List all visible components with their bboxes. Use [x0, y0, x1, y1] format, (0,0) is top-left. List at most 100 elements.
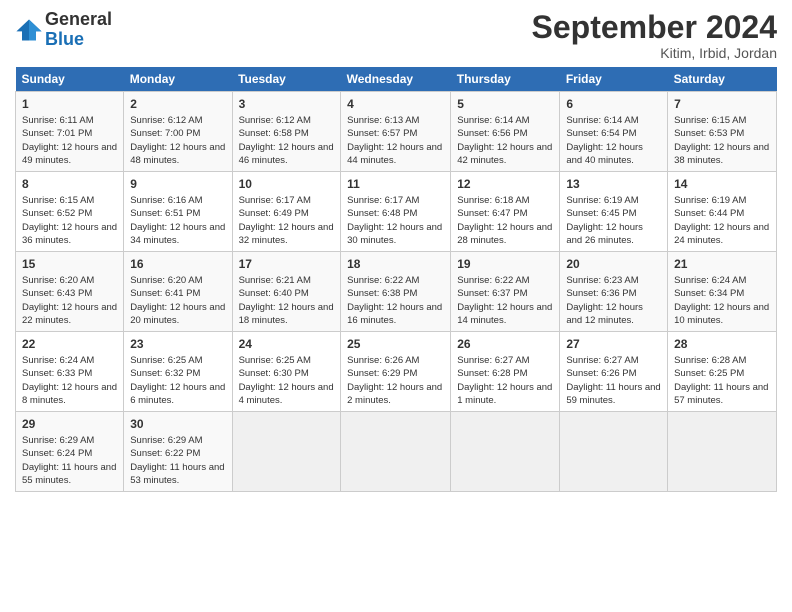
calendar-header-row: Sunday Monday Tuesday Wednesday Thursday…: [16, 67, 777, 92]
daylight-label: Daylight: 12 hours and 4 minutes.: [239, 382, 334, 406]
daylight-label: Daylight: 11 hours and 53 minutes.: [130, 462, 224, 486]
sunrise-text: Sunrise: 6:28 AM: [674, 355, 746, 366]
sunrise-text: Sunrise: 6:26 AM: [347, 355, 419, 366]
day-number: 28: [674, 336, 770, 353]
col-friday: Friday: [560, 67, 668, 92]
sunset-text: Sunset: 6:37 PM: [457, 288, 527, 299]
sunset-text: Sunset: 6:43 PM: [22, 288, 92, 299]
sunset-text: Sunset: 6:26 PM: [566, 368, 636, 379]
daylight-label: Daylight: 12 hours and 26 minutes.: [566, 222, 643, 246]
table-row: 12Sunrise: 6:18 AMSunset: 6:47 PMDayligh…: [451, 172, 560, 252]
daylight-label: Daylight: 12 hours and 10 minutes.: [674, 302, 769, 326]
sunrise-text: Sunrise: 6:17 AM: [239, 195, 311, 206]
sunrise-text: Sunrise: 6:15 AM: [674, 115, 746, 126]
calendar-week-row: 29Sunrise: 6:29 AMSunset: 6:24 PMDayligh…: [16, 412, 777, 492]
sunrise-text: Sunrise: 6:20 AM: [130, 275, 202, 286]
table-row: 21Sunrise: 6:24 AMSunset: 6:34 PMDayligh…: [668, 252, 777, 332]
col-sunday: Sunday: [16, 67, 124, 92]
table-row: 3Sunrise: 6:12 AMSunset: 6:58 PMDaylight…: [232, 92, 341, 172]
header: General Blue September 2024 Kitim, Irbid…: [15, 10, 777, 61]
table-row: 19Sunrise: 6:22 AMSunset: 6:37 PMDayligh…: [451, 252, 560, 332]
sunrise-text: Sunrise: 6:11 AM: [22, 115, 94, 126]
table-row: 24Sunrise: 6:25 AMSunset: 6:30 PMDayligh…: [232, 332, 341, 412]
daylight-label: Daylight: 12 hours and 30 minutes.: [347, 222, 442, 246]
table-row: 25Sunrise: 6:26 AMSunset: 6:29 PMDayligh…: [341, 332, 451, 412]
table-row: 5Sunrise: 6:14 AMSunset: 6:56 PMDaylight…: [451, 92, 560, 172]
sunset-text: Sunset: 6:28 PM: [457, 368, 527, 379]
sunrise-text: Sunrise: 6:24 AM: [22, 355, 94, 366]
sunrise-text: Sunrise: 6:29 AM: [22, 435, 94, 446]
daylight-label: Daylight: 12 hours and 44 minutes.: [347, 142, 442, 166]
sunset-text: Sunset: 6:47 PM: [457, 208, 527, 219]
day-number: 15: [22, 256, 117, 273]
table-row: [560, 412, 668, 492]
sunrise-text: Sunrise: 6:25 AM: [239, 355, 311, 366]
sunset-text: Sunset: 7:01 PM: [22, 128, 92, 139]
logo-blue-text: Blue: [45, 30, 112, 50]
sunrise-text: Sunrise: 6:18 AM: [457, 195, 529, 206]
table-row: [232, 412, 341, 492]
table-row: 27Sunrise: 6:27 AMSunset: 6:26 PMDayligh…: [560, 332, 668, 412]
logo-icon: [15, 16, 43, 44]
table-row: 9Sunrise: 6:16 AMSunset: 6:51 PMDaylight…: [124, 172, 232, 252]
table-row: [341, 412, 451, 492]
sunset-text: Sunset: 6:57 PM: [347, 128, 417, 139]
day-number: 16: [130, 256, 225, 273]
day-number: 8: [22, 176, 117, 193]
daylight-label: Daylight: 12 hours and 2 minutes.: [347, 382, 442, 406]
daylight-label: Daylight: 11 hours and 59 minutes.: [566, 382, 660, 406]
sunrise-text: Sunrise: 6:19 AM: [674, 195, 746, 206]
sunset-text: Sunset: 6:45 PM: [566, 208, 636, 219]
table-row: 28Sunrise: 6:28 AMSunset: 6:25 PMDayligh…: [668, 332, 777, 412]
sunset-text: Sunset: 6:51 PM: [130, 208, 200, 219]
sunrise-text: Sunrise: 6:12 AM: [130, 115, 202, 126]
sunset-text: Sunset: 6:29 PM: [347, 368, 417, 379]
daylight-label: Daylight: 12 hours and 48 minutes.: [130, 142, 225, 166]
sunset-text: Sunset: 6:49 PM: [239, 208, 309, 219]
day-number: 10: [239, 176, 335, 193]
day-number: 22: [22, 336, 117, 353]
daylight-label: Daylight: 12 hours and 34 minutes.: [130, 222, 225, 246]
table-row: 26Sunrise: 6:27 AMSunset: 6:28 PMDayligh…: [451, 332, 560, 412]
sunset-text: Sunset: 6:53 PM: [674, 128, 744, 139]
day-number: 13: [566, 176, 661, 193]
col-thursday: Thursday: [451, 67, 560, 92]
table-row: [668, 412, 777, 492]
sunset-text: Sunset: 6:22 PM: [130, 448, 200, 459]
daylight-label: Daylight: 12 hours and 6 minutes.: [130, 382, 225, 406]
table-row: [451, 412, 560, 492]
sunset-text: Sunset: 6:34 PM: [674, 288, 744, 299]
sunset-text: Sunset: 7:00 PM: [130, 128, 200, 139]
daylight-label: Daylight: 12 hours and 12 minutes.: [566, 302, 643, 326]
table-row: 13Sunrise: 6:19 AMSunset: 6:45 PMDayligh…: [560, 172, 668, 252]
day-number: 12: [457, 176, 553, 193]
daylight-label: Daylight: 12 hours and 16 minutes.: [347, 302, 442, 326]
day-number: 1: [22, 96, 117, 113]
sunset-text: Sunset: 6:40 PM: [239, 288, 309, 299]
sunrise-text: Sunrise: 6:29 AM: [130, 435, 202, 446]
sunrise-text: Sunrise: 6:25 AM: [130, 355, 202, 366]
sunrise-text: Sunrise: 6:20 AM: [22, 275, 94, 286]
day-number: 6: [566, 96, 661, 113]
logo: General Blue: [15, 10, 112, 50]
sunset-text: Sunset: 6:58 PM: [239, 128, 309, 139]
sunrise-text: Sunrise: 6:24 AM: [674, 275, 746, 286]
location-text: Kitim, Irbid, Jordan: [532, 45, 777, 61]
daylight-label: Daylight: 12 hours and 22 minutes.: [22, 302, 117, 326]
daylight-label: Daylight: 12 hours and 8 minutes.: [22, 382, 117, 406]
daylight-label: Daylight: 12 hours and 42 minutes.: [457, 142, 552, 166]
table-row: 29Sunrise: 6:29 AMSunset: 6:24 PMDayligh…: [16, 412, 124, 492]
day-number: 2: [130, 96, 225, 113]
day-number: 26: [457, 336, 553, 353]
sunset-text: Sunset: 6:24 PM: [22, 448, 92, 459]
month-title: September 2024: [532, 10, 777, 45]
day-number: 27: [566, 336, 661, 353]
calendar-week-row: 1 Sunrise: 6:11 AM Sunset: 7:01 PM Daylight…: [16, 92, 777, 172]
day-number: 23: [130, 336, 225, 353]
table-row: 14Sunrise: 6:19 AMSunset: 6:44 PMDayligh…: [668, 172, 777, 252]
day-number: 4: [347, 96, 444, 113]
day-number: 17: [239, 256, 335, 273]
daylight-label: Daylight: 12 hours and 32 minutes.: [239, 222, 334, 246]
day-number: 14: [674, 176, 770, 193]
table-row: 1Sunrise: 6:11 AMSunset: 7:01 PMDaylight…: [16, 92, 124, 172]
